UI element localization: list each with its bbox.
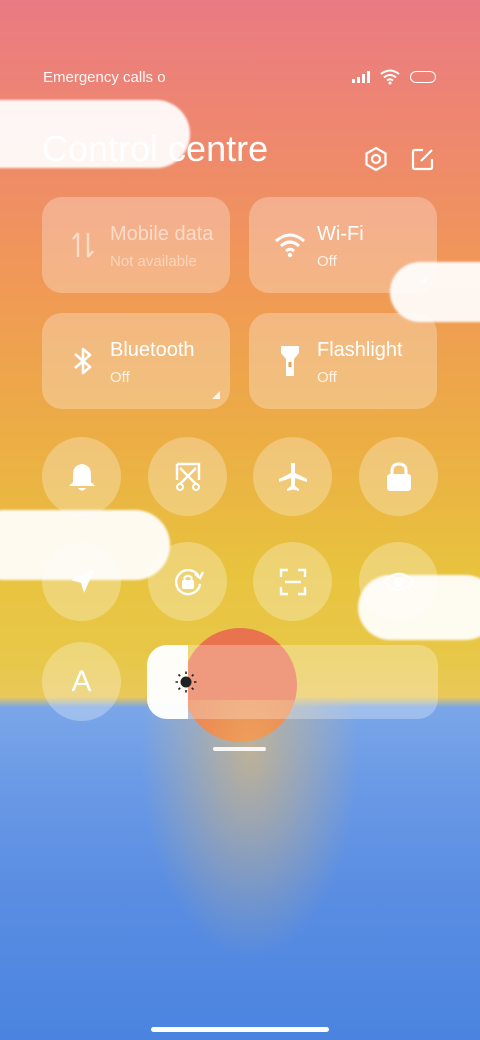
signal-icon [352, 71, 370, 83]
tile-label: Bluetooth [110, 339, 195, 361]
settings-button[interactable] [362, 145, 390, 173]
toggle-scanner[interactable] [253, 542, 332, 621]
toggle-reading-mode[interactable] [359, 542, 438, 621]
toggle-lock[interactable] [359, 437, 438, 516]
panel-handle[interactable] [213, 747, 266, 751]
scanner-icon [279, 568, 306, 595]
gear-icon [365, 146, 387, 172]
carrier-text: Emergency calls o [43, 68, 166, 86]
toggle-location[interactable] [42, 542, 121, 621]
toggle-airplane[interactable] [253, 437, 332, 516]
bluetooth-icon [66, 343, 100, 379]
wifi-icon [380, 69, 400, 85]
location-icon [70, 569, 94, 593]
flashlight-icon [273, 343, 307, 379]
rotation-lock-icon [174, 568, 204, 595]
tile-status: Off [110, 369, 130, 386]
status-bar: Emergency calls o [43, 66, 436, 88]
battery-icon [410, 71, 436, 83]
tile-status: Off [317, 369, 337, 386]
tile-flashlight[interactable]: Flashlight Off [249, 313, 437, 409]
tile-label: Wi-Fi [317, 223, 364, 245]
screenshot-icon [175, 462, 200, 491]
lock-icon [386, 461, 411, 491]
toggle-silent[interactable] [42, 437, 121, 516]
wifi-icon [273, 227, 307, 263]
font-icon: A [71, 664, 92, 698]
toggle-rotation-lock[interactable] [148, 542, 227, 621]
edit-button[interactable] [409, 145, 437, 173]
tile-label: Mobile data [110, 223, 214, 245]
tile-bluetooth[interactable]: Bluetooth Off [42, 313, 230, 409]
sun-icon [175, 671, 197, 693]
bell-icon [68, 463, 95, 490]
airplane-icon [278, 462, 307, 491]
reading-mode-icon [381, 572, 416, 591]
sun-reflection [140, 700, 360, 960]
toggle-screenshot[interactable] [148, 437, 227, 516]
tile-status: Off [317, 253, 337, 270]
toggle-font[interactable]: A [42, 642, 121, 721]
mobile-data-icon [66, 227, 100, 263]
tile-wifi[interactable]: Wi-Fi Off [249, 197, 437, 293]
tile-label: Flashlight [317, 339, 403, 361]
page-title: Control centre [42, 128, 269, 169]
expand-corner-icon [419, 275, 427, 283]
brightness-slider[interactable] [147, 645, 438, 719]
edit-icon [411, 148, 434, 171]
expand-corner-icon [212, 391, 220, 399]
home-indicator[interactable] [151, 1027, 329, 1032]
tile-mobile-data[interactable]: Mobile data Not available [42, 197, 230, 293]
tile-status: Not available [110, 253, 197, 270]
